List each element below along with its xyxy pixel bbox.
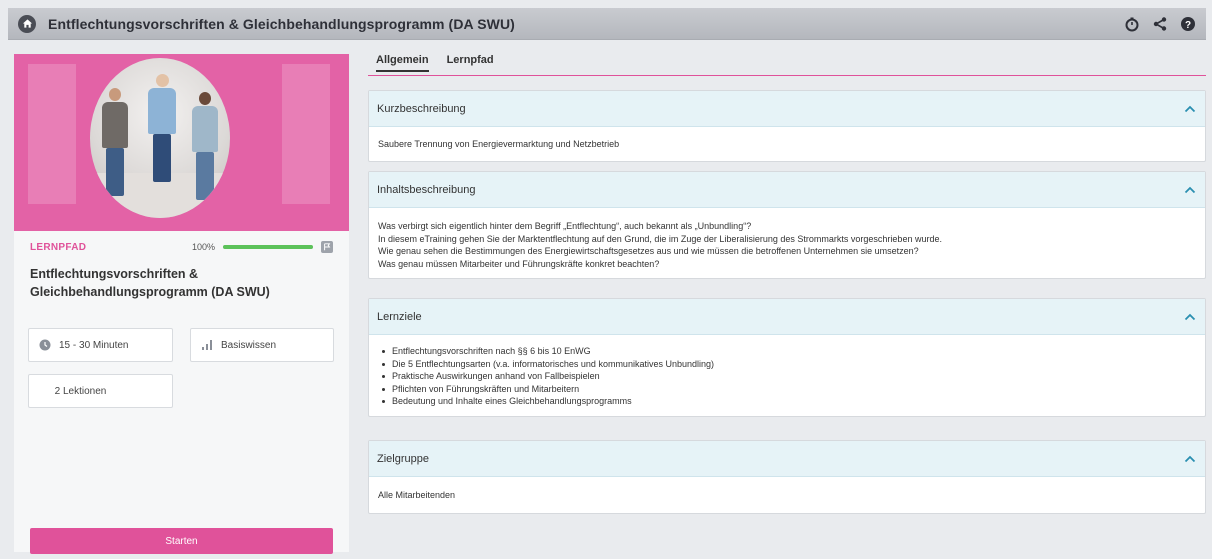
list-item: Bedeutung und Inhalte eines Gleichbehand… [378, 395, 1196, 408]
duration-label: 15 - 30 Minuten [59, 339, 129, 351]
progress-fill [223, 245, 313, 249]
hero-window-right [282, 64, 330, 204]
section-zielgruppe: Zielgruppe Alle Mitarbeitenden [368, 440, 1206, 514]
hero-window-left [28, 64, 76, 204]
section-body: Entflechtungsvorschriften nach §§ 6 bis … [369, 335, 1205, 416]
list-item: Die 5 Entflechtungsarten (v.a. informato… [378, 358, 1196, 371]
content-line: Wie genau sehen die Bestimmungen des Ene… [378, 246, 919, 256]
section-title: Lernziele [377, 310, 422, 323]
start-button[interactable]: Starten [30, 528, 333, 554]
section-header[interactable]: Inhaltsbeschreibung [369, 172, 1205, 208]
learning-goals-list: Entflechtungsvorschriften nach §§ 6 bis … [378, 345, 1196, 408]
section-body: Was verbirgt sich eigentlich hinter dem … [369, 208, 1205, 278]
short-description: Saubere Trennung von Energievermarktung … [378, 139, 620, 149]
target-group: Alle Mitarbeitenden [378, 490, 456, 500]
chevron-up-icon[interactable] [1183, 310, 1197, 324]
duration-box: 15 - 30 Minuten [28, 328, 173, 362]
chevron-up-icon[interactable] [1183, 183, 1197, 197]
level-label: Basiswissen [221, 339, 277, 351]
window-titlebar: Entflechtungsvorschriften & Gleichbehand… [8, 8, 1206, 40]
course-image [14, 54, 349, 231]
list-item: Pflichten von Führungskräften und Mitarb… [378, 383, 1196, 396]
course-details: Allgemein Lernpfad Kurzbeschreibung Saub… [368, 54, 1206, 514]
progress-bar [223, 245, 313, 249]
section-lernziele: Lernziele Entflechtungsvorschriften nach… [368, 298, 1206, 417]
help-icon[interactable]: ? [1180, 16, 1196, 32]
titlebar-actions: ? [1124, 16, 1196, 32]
content-line: Was verbirgt sich eigentlich hinter dem … [378, 221, 752, 231]
list-item: Entflechtungsvorschriften nach §§ 6 bis … [378, 345, 1196, 358]
signal-bars-icon [201, 339, 213, 351]
content-line: Was genau müssen Mitarbeiter und Führung… [378, 258, 660, 269]
chevron-up-icon[interactable] [1183, 102, 1197, 116]
lessons-label: 2 Lektionen [54, 385, 107, 397]
section-title: Zielgruppe [377, 452, 429, 465]
section-kurzbeschreibung: Kurzbeschreibung Saubere Trennung von En… [368, 90, 1206, 162]
section-header[interactable]: Kurzbeschreibung [369, 91, 1205, 127]
section-title: Inhaltsbeschreibung [377, 183, 476, 196]
clock-icon [39, 339, 51, 351]
timer-icon[interactable] [1124, 16, 1140, 32]
section-header[interactable]: Zielgruppe [369, 441, 1205, 477]
tab-bar: Allgemein Lernpfad [368, 54, 1206, 76]
section-body: Alle Mitarbeitenden [369, 477, 1205, 513]
course-title: Entflechtungsvorschriften & Gleichbehand… [30, 267, 270, 299]
section-header[interactable]: Lernziele [369, 299, 1205, 335]
section-title: Kurzbeschreibung [377, 102, 466, 115]
list-item: Praktische Auswirkungen anhand von Fallb… [378, 370, 1196, 383]
course-meta: LERNPFAD 100% Entflechtungsvorschriften … [14, 231, 349, 301]
course-sidebar: LERNPFAD 100% Entflechtungsvorschriften … [14, 54, 349, 554]
chevron-up-icon[interactable] [1183, 452, 1197, 466]
completion-flag-icon [321, 241, 333, 253]
lessons-box: 2 Lektionen [28, 374, 173, 408]
section-body: Saubere Trennung von Energievermarktung … [369, 127, 1205, 161]
tab-allgemein[interactable]: Allgemein [376, 54, 429, 72]
home-icon[interactable] [18, 14, 36, 33]
course-type-label: LERNPFAD [30, 241, 87, 253]
svg-text:?: ? [1185, 19, 1191, 30]
progress-percent: 100% [191, 242, 215, 252]
tab-lernpfad[interactable]: Lernpfad [447, 54, 494, 70]
content-line: In diesem eTraining gehen Sie der Markte… [378, 233, 942, 244]
level-box: Basiswissen [190, 328, 334, 362]
share-icon[interactable] [1152, 16, 1168, 32]
section-inhaltsbeschreibung: Inhaltsbeschreibung Was verbirgt sich ei… [368, 171, 1206, 279]
window-title: Entflechtungsvorschriften & Gleichbehand… [48, 15, 515, 32]
course-photo [90, 58, 230, 218]
